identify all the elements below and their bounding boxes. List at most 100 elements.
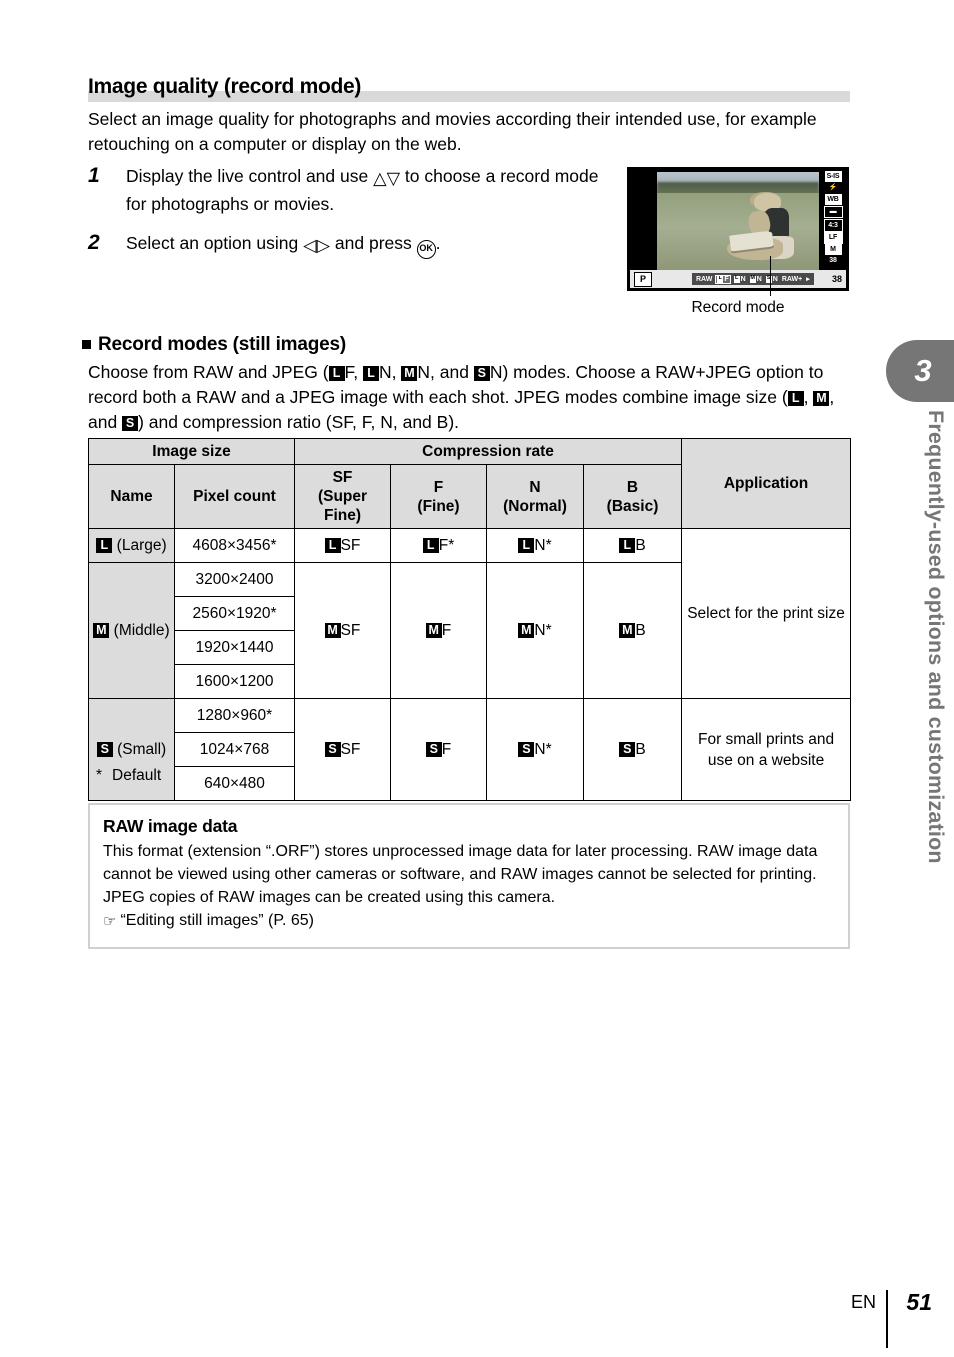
row-middle-sf-label: SF bbox=[340, 621, 361, 639]
square-bullet-icon bbox=[82, 340, 91, 349]
badge-large-icon: L bbox=[324, 537, 341, 553]
row-middle-f: MF bbox=[390, 562, 487, 699]
metering-icon: M bbox=[824, 244, 842, 255]
page-title: Image quality (record mode) bbox=[88, 75, 362, 98]
row-small-name: S (Small) bbox=[88, 698, 175, 801]
th-n-line2: (Normal) bbox=[503, 497, 567, 515]
section-heading: Record modes (still images) bbox=[82, 334, 346, 356]
chapter-title-vertical: Frequently-used options and customizatio… bbox=[924, 410, 948, 864]
step-2-text: Select an option using ◁▷ and press OK. bbox=[126, 230, 441, 259]
figure-caption: Record mode bbox=[691, 299, 785, 316]
row-small-label: (Small) bbox=[117, 740, 167, 758]
photo-person bbox=[726, 191, 806, 266]
pointing-hand-icon: ☞ bbox=[103, 913, 117, 930]
row-middle-n: M N* bbox=[486, 562, 584, 699]
row-large-n: L N* bbox=[486, 528, 584, 563]
row-large-pixel-0: 4608×3456* bbox=[174, 528, 295, 563]
option-small-normal[interactable]: SN bbox=[765, 275, 778, 283]
row-middle-sf: M SF bbox=[294, 562, 391, 699]
para-part-t7: ) and compression ratio (SF, F, N, and B… bbox=[138, 412, 460, 432]
th-application: Application bbox=[681, 438, 852, 529]
th-b-line1: B bbox=[626, 478, 639, 496]
th-f-line1: F bbox=[433, 478, 444, 496]
step-1-number: 1 bbox=[88, 164, 100, 187]
row-middle-b: MB bbox=[582, 562, 683, 699]
row-large-n-label: N* bbox=[534, 536, 552, 554]
lcd-option-strip[interactable]: RAW LF LN MN SN RAW+ ▸ bbox=[692, 273, 814, 285]
step-1-text: Display the live control and use △▽ to c… bbox=[126, 163, 608, 217]
row-small-pixel-1: 1024×768 bbox=[174, 732, 295, 767]
row-small-pixel-2: 640×480 bbox=[174, 766, 295, 801]
option-middle-normal[interactable]: MN bbox=[749, 275, 762, 283]
option-raw-plus-jpeg[interactable]: RAW+ bbox=[782, 276, 802, 283]
notebox-body: This format (extension “.ORF”) stores un… bbox=[103, 840, 835, 933]
ok-button-icon: OK bbox=[416, 240, 436, 259]
row-large-b-label: B bbox=[635, 536, 646, 554]
para-part-t3: N, and bbox=[417, 362, 474, 382]
row-small-n-label: N* bbox=[534, 740, 552, 758]
step-list: 1 Display the live control and use △▽ to… bbox=[88, 163, 608, 272]
th-name: Name bbox=[88, 464, 175, 529]
page-title-block: Image quality (record mode) bbox=[88, 74, 850, 102]
step-2: 2 Select an option using ◁▷ and press OK… bbox=[88, 230, 608, 259]
badge-large-icon: L bbox=[733, 275, 740, 283]
row-middle-f-label: F bbox=[441, 621, 452, 639]
arrow-up-icon: △ bbox=[373, 168, 387, 188]
notebox-title: RAW image data bbox=[103, 816, 238, 836]
row-middle-pixel-3: 1600×1200 bbox=[174, 664, 295, 699]
lcd-frames-remaining: 38 bbox=[831, 274, 842, 284]
footer-language: EN bbox=[850, 1292, 876, 1312]
badge-middle-icon: M bbox=[749, 275, 756, 283]
option-raw[interactable]: RAW bbox=[696, 276, 712, 283]
table-group-header-row: Image size Compression rate Application bbox=[88, 438, 852, 529]
th-image-size: Image size bbox=[88, 438, 295, 465]
row-middle-name: M (Middle) bbox=[88, 562, 175, 699]
row-middle-pixel-2: 1920×1440 bbox=[174, 630, 295, 665]
arrow-down-icon: ▽ bbox=[386, 168, 401, 188]
badge-small-icon: S bbox=[425, 741, 442, 757]
row-large-middle-application: Select for the print size bbox=[681, 528, 852, 699]
badge-middle-icon: M bbox=[401, 366, 418, 381]
badge-middle-icon: M bbox=[324, 622, 341, 638]
th-sf-line2: (Super bbox=[317, 488, 368, 505]
badge-large-icon: L bbox=[328, 366, 345, 381]
row-middle-label: (Middle) bbox=[113, 621, 170, 639]
row-large-b: LB bbox=[582, 528, 683, 563]
battery-icon: ▬ bbox=[823, 205, 843, 218]
row-small-b: SB bbox=[582, 698, 683, 801]
th-n-line1: N bbox=[529, 478, 541, 496]
step-2-number: 2 bbox=[88, 231, 100, 254]
chapter-number: 3 bbox=[914, 353, 932, 388]
row-large-f: L F* bbox=[390, 528, 487, 563]
row-large-name: L (Large) bbox=[88, 528, 175, 563]
figure-callout-line bbox=[770, 256, 771, 296]
section-paragraph: Choose from RAW and JPEG (L F, L N, M N, an… bbox=[88, 360, 848, 435]
intro-paragraph: Select an image quality for photographs … bbox=[88, 109, 817, 154]
th-f-line2: (Fine) bbox=[417, 497, 460, 515]
chevron-right-icon[interactable]: ▸ bbox=[806, 275, 810, 283]
row-middle-pixel-1: 2560×1920* bbox=[174, 596, 295, 631]
footnote-marker: * bbox=[96, 767, 103, 784]
para-part-t1: F, bbox=[344, 362, 364, 382]
badge-large-icon: L bbox=[96, 537, 113, 553]
row-large-sf-label: SF bbox=[340, 536, 361, 554]
badge-middle-icon: M bbox=[93, 622, 110, 638]
row-small-b-label: B bbox=[635, 740, 646, 758]
th-fine: F (Fine) bbox=[390, 464, 487, 529]
option-large-normal[interactable]: LN bbox=[733, 275, 746, 283]
row-small-sf-label: SF bbox=[340, 740, 361, 758]
badge-middle-icon: M bbox=[425, 622, 442, 638]
step-2-text-before: Select an option using bbox=[126, 233, 299, 253]
row-large-label: (Large) bbox=[116, 536, 167, 554]
row-small-application: For small prints and use on a website bbox=[681, 698, 852, 801]
option-large-fine-selected[interactable]: LF bbox=[715, 274, 731, 284]
arrow-left-icon: ◁ bbox=[303, 235, 317, 255]
th-pixel-count: Pixel count bbox=[174, 464, 295, 529]
step-1: 1 Display the live control and use △▽ to… bbox=[88, 163, 608, 217]
record-mode-icon: LF bbox=[823, 231, 843, 244]
camera-lcd-figure: 4608x3456 S-IS ⚡ WB ▬ 4:3 LF M 38 P RAW … bbox=[627, 167, 849, 291]
chapter-number-tab: 3 bbox=[886, 340, 954, 402]
badge-small-icon: S bbox=[473, 366, 490, 381]
th-normal: N (Normal) bbox=[486, 464, 584, 529]
row-middle-n-label: N* bbox=[534, 621, 552, 639]
